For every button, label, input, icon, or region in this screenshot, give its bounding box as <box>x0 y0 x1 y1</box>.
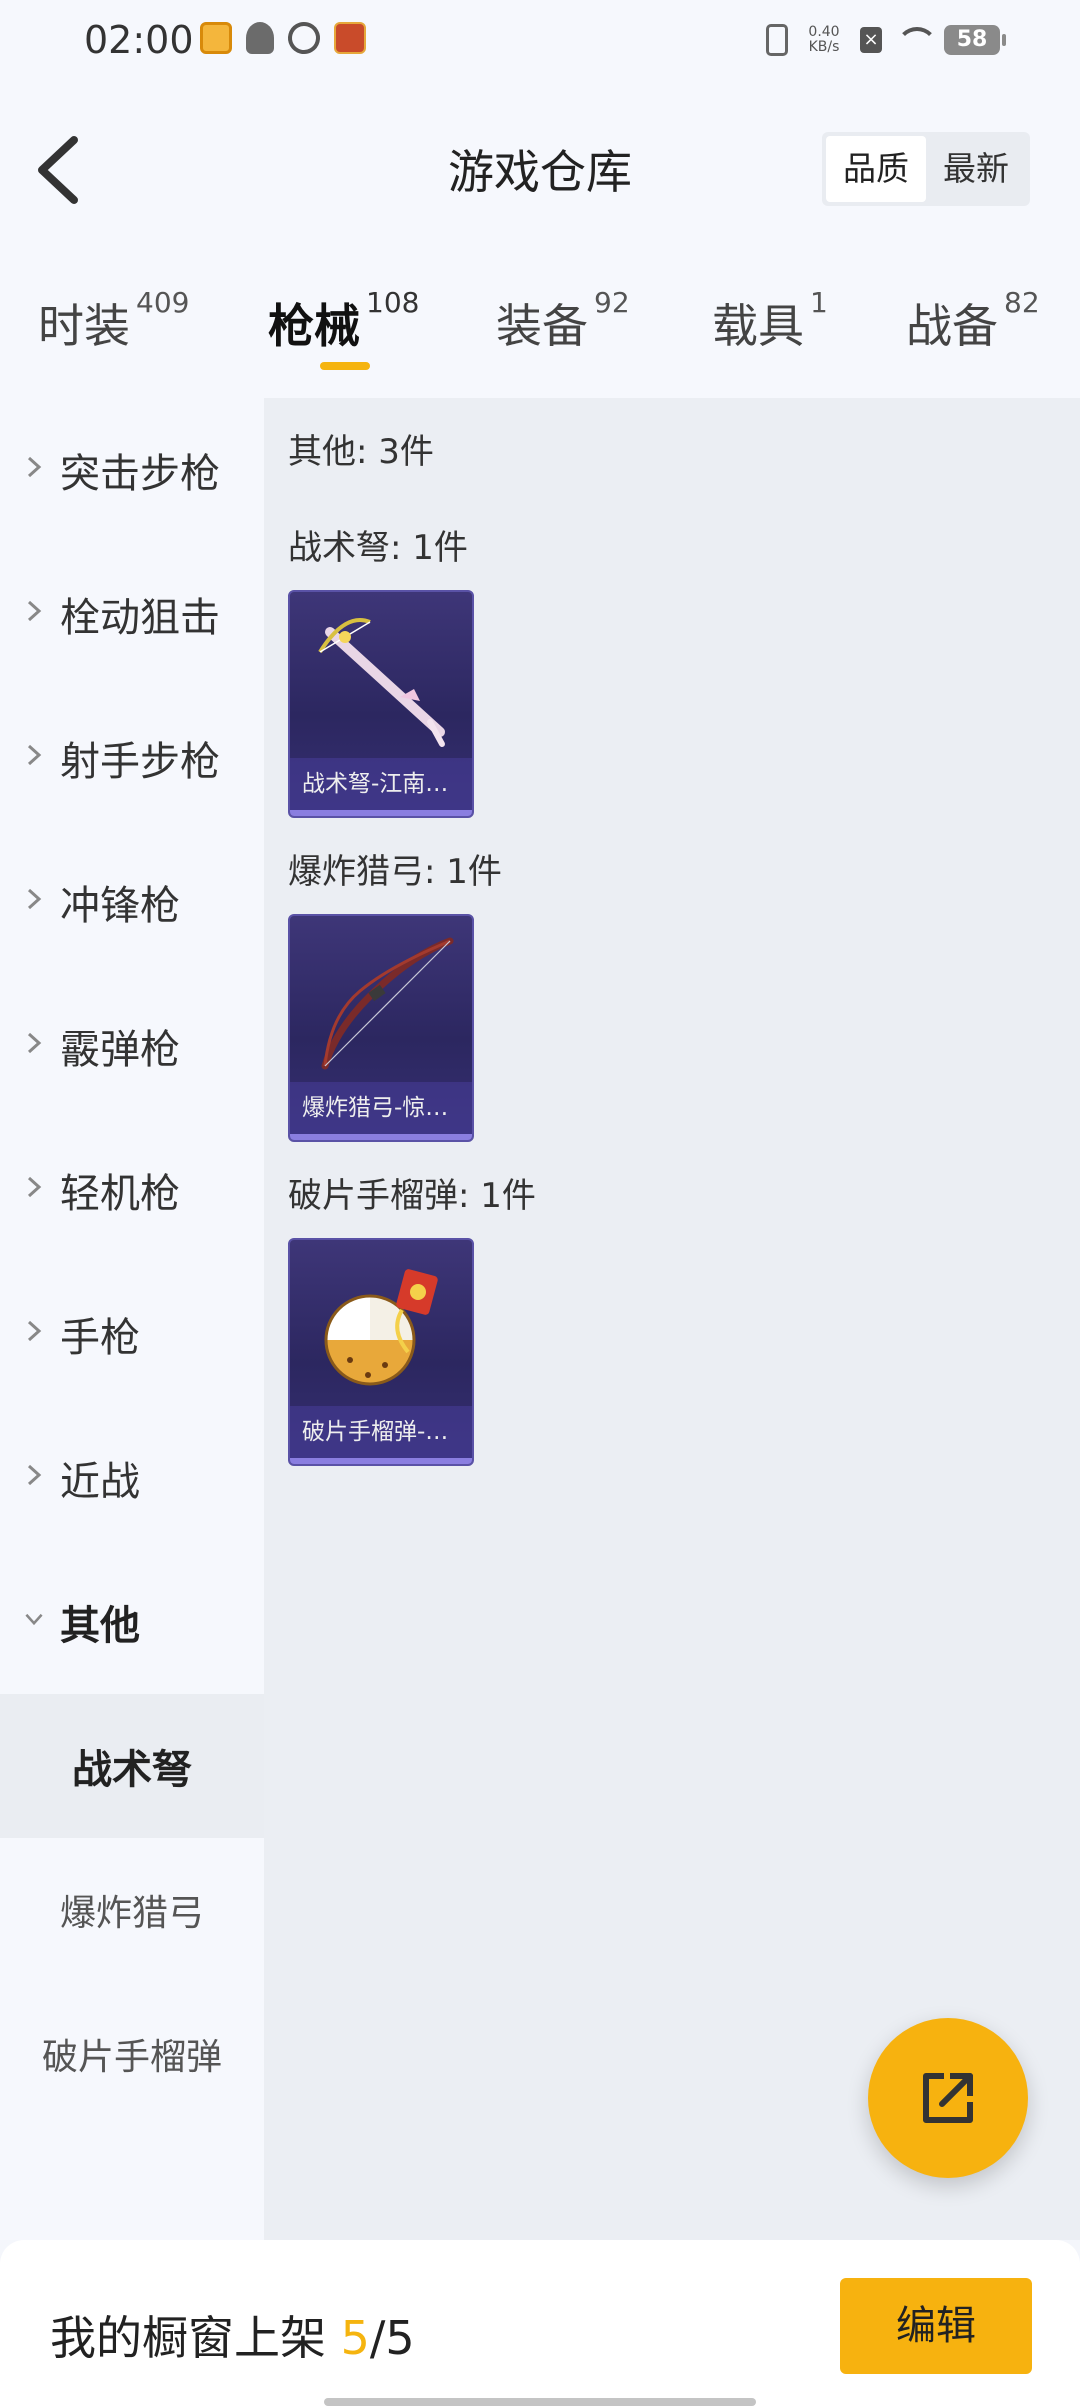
shelf-total: /5 <box>369 2311 415 2365</box>
sidebar-subitem-crossbow[interactable]: 战术弩 <box>0 1694 264 1838</box>
chevron-down-icon <box>14 1605 54 1640</box>
sidebar-item-label: 其他 <box>60 1603 140 1649</box>
android-icon <box>246 22 274 54</box>
app-notification-icon <box>200 22 232 54</box>
shelf-count: 5 <box>340 2311 370 2365</box>
sort-quality-option[interactable]: 品质 <box>826 136 926 202</box>
network-speed: 0.40 KB/s <box>802 25 846 55</box>
tab-label: 装备 <box>496 299 588 353</box>
chevron-right-icon <box>14 453 54 488</box>
tab-label: 枪械 <box>268 299 360 353</box>
rarity-bar <box>290 1134 472 1140</box>
grenade-image <box>324 1269 438 1386</box>
category-tabs: 时装 409 枪械 108 装备 92 载具 1 战备 82 <box>0 260 1080 398</box>
group-heading: 战术弩: 1件 <box>288 528 468 568</box>
sidebar-subitem-frag-grenade[interactable]: 破片手榴弹 <box>0 1982 264 2126</box>
sidebar-item-assault-rifle[interactable]: 突击步枪 <box>0 398 264 542</box>
bottom-bar: 我的橱窗上架 5/5 编辑 <box>0 2240 1080 2408</box>
item-name: 爆炸猎弓-惊… <box>290 1082 472 1134</box>
chevron-right-icon <box>14 1461 54 1496</box>
weapon-type-sidebar: 突击步枪 栓动狙击 射手步枪 冲锋枪 霰弹枪 轻机枪 手枪 近战 其他 战术弩 … <box>0 398 264 2240</box>
wifi-icon <box>896 27 938 53</box>
shelf-label-text: 我的橱窗上架 <box>50 2311 341 2365</box>
chevron-right-icon <box>14 1317 54 1352</box>
sidebar-item-melee[interactable]: 近战 <box>0 1406 264 1550</box>
bow-image <box>321 937 454 1070</box>
tab-label: 时装 <box>38 299 130 353</box>
sidebar-item-label: 栓动狙击 <box>60 595 220 641</box>
sidebar-item-label: 近战 <box>60 1459 140 1505</box>
tab-equipment[interactable]: 装备 92 <box>496 286 630 356</box>
header: 游戏仓库 品质 最新 <box>0 80 1080 260</box>
tab-guns[interactable]: 枪械 108 <box>268 286 419 356</box>
item-card[interactable]: 战术弩-江南… <box>288 590 474 818</box>
item-name: 破片手榴弹-… <box>290 1406 472 1458</box>
chevron-right-icon <box>14 741 54 776</box>
network-speed-value: 0.40 <box>808 24 840 40</box>
game-notification-icon <box>334 22 366 54</box>
tab-count: 409 <box>136 286 190 319</box>
tab-count: 92 <box>594 286 630 319</box>
sidebar-item-smg[interactable]: 冲锋枪 <box>0 830 264 974</box>
edit-button[interactable]: 编辑 <box>840 2278 1032 2374</box>
chevron-right-icon <box>14 597 54 632</box>
share-external-icon <box>923 2073 973 2123</box>
active-tab-indicator <box>320 362 370 370</box>
chevron-right-icon <box>14 1173 54 1208</box>
status-bar: 02:00 0.40 KB/s × 58 <box>0 0 1080 80</box>
category-summary: 其他: 3件 <box>288 432 434 472</box>
rarity-bar <box>290 810 472 816</box>
battery-icon: 58 <box>944 25 1006 55</box>
tab-vehicles[interactable]: 载具 1 <box>712 286 828 356</box>
home-indicator[interactable] <box>324 2398 756 2406</box>
sidebar-item-bolt-sniper[interactable]: 栓动狙击 <box>0 542 264 686</box>
sidebar-item-label: 霰弹枪 <box>60 1027 180 1073</box>
no-sim-icon: × <box>860 27 882 53</box>
sidebar-item-shotgun[interactable]: 霰弹枪 <box>0 974 264 1118</box>
sidebar-item-pistol[interactable]: 手枪 <box>0 1262 264 1406</box>
status-time: 02:00 <box>84 18 194 62</box>
sort-toggle[interactable]: 品质 最新 <box>822 132 1030 206</box>
showcase-shelf-status: 我的橱窗上架 5/5 <box>50 2302 415 2368</box>
item-card[interactable]: 爆炸猎弓-惊… <box>288 914 474 1142</box>
sidebar-item-lmg[interactable]: 轻机枪 <box>0 1118 264 1262</box>
notification-icons <box>200 16 366 60</box>
sidebar-subitem-explosive-bow[interactable]: 爆炸猎弓 <box>0 1838 264 1982</box>
sidebar-item-label: 突击步枪 <box>60 451 220 497</box>
tab-label: 载具 <box>712 299 804 353</box>
system-icons: 0.40 KB/s × 58 <box>766 24 1006 56</box>
item-list: 其他: 3件 战术弩: 1件 战术弩-江南… 爆炸猎弓: 1件 爆炸猎弓-惊… … <box>264 398 1080 2240</box>
tab-combat-gear[interactable]: 战备 82 <box>906 286 1040 356</box>
share-button[interactable] <box>868 2018 1028 2178</box>
sidebar-item-label: 冲锋枪 <box>60 883 180 929</box>
item-card[interactable]: 破片手榴弹-… <box>288 1238 474 1466</box>
network-speed-unit: KB/s <box>808 39 840 55</box>
crossbow-image <box>318 618 445 747</box>
vibrate-icon <box>766 24 788 56</box>
sidebar-item-label: 射手步枪 <box>60 739 220 785</box>
sidebar-item-label: 轻机枪 <box>60 1171 180 1217</box>
group-heading: 爆炸猎弓: 1件 <box>288 852 502 892</box>
sidebar-item-other[interactable]: 其他 <box>0 1550 264 1694</box>
rarity-bar <box>290 1458 472 1464</box>
sidebar-item-marksman-rifle[interactable]: 射手步枪 <box>0 686 264 830</box>
chevron-right-icon <box>14 885 54 920</box>
sort-newest-option[interactable]: 最新 <box>926 136 1026 202</box>
item-name: 战术弩-江南… <box>290 758 472 810</box>
chevron-right-icon <box>14 1029 54 1064</box>
tab-count: 108 <box>366 286 420 319</box>
tab-label: 战备 <box>906 299 998 353</box>
tab-count: 82 <box>1004 286 1040 319</box>
sync-icon <box>282 16 326 60</box>
sidebar-item-label: 手枪 <box>60 1315 140 1361</box>
tab-fashion[interactable]: 时装 409 <box>38 286 189 356</box>
tab-count: 1 <box>810 286 828 319</box>
group-heading: 破片手榴弹: 1件 <box>288 1176 536 1216</box>
